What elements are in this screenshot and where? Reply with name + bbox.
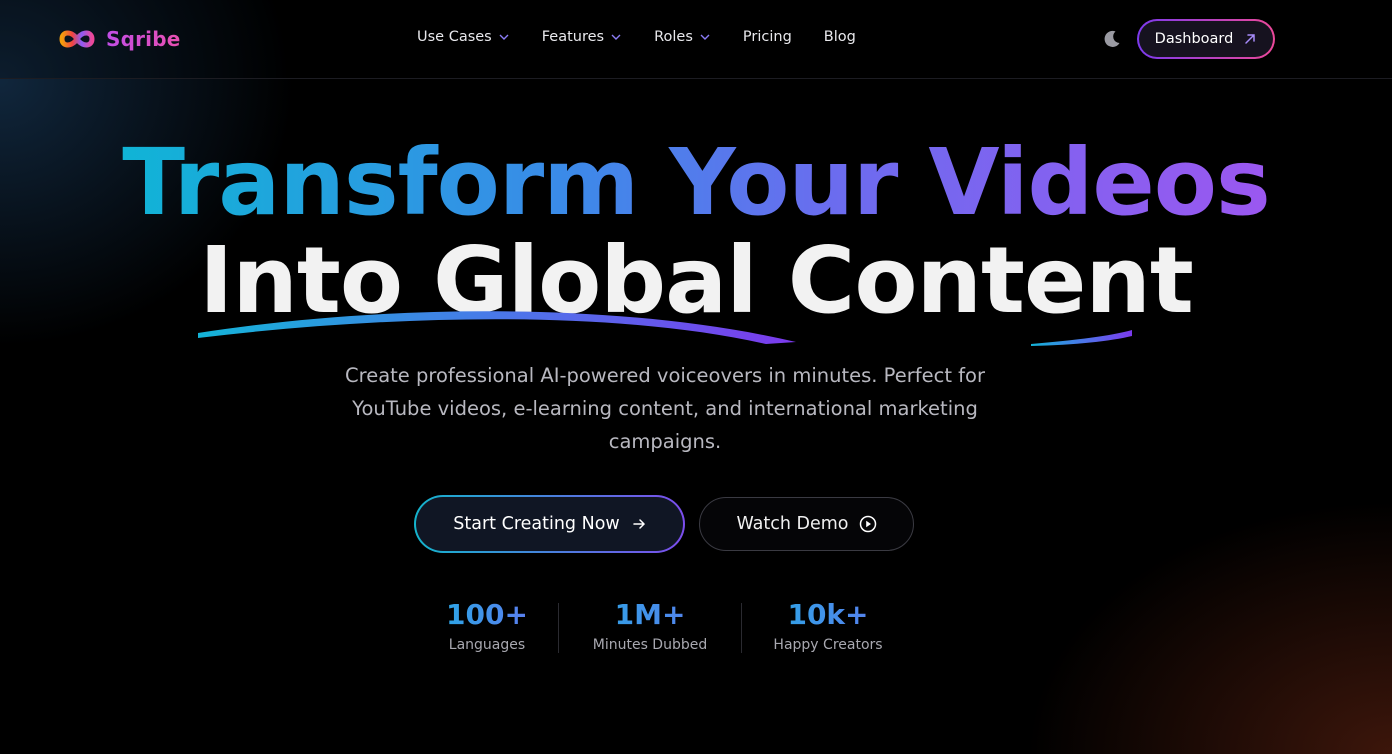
stat-divider [741,603,742,653]
stat-value: 100+ [440,597,534,633]
hero-headline-line1: Transform Your Videos [122,129,1270,236]
nav-blog-label: Blog [823,29,856,45]
main-menu: Use Cases Features Roles Pricing Blog [417,29,888,45]
arrow-right-icon [632,519,645,529]
headline-underline-decoration [198,311,1132,346]
stat-happy-creators: 10k+ Happy Creators [765,597,891,653]
dashboard-button[interactable]: Dashboard [1137,19,1275,59]
chevron-down-icon [499,34,509,40]
landing-page: Sqribe Use Cases Features Roles Pricing … [0,0,1392,754]
nav-pricing[interactable]: Pricing [743,29,792,45]
stat-label: Happy Creators [773,637,883,653]
moon-icon[interactable] [1101,28,1123,50]
start-creating-label: Start Creating Now [453,514,620,534]
stat-minutes-dubbed: 1M+ Minutes Dubbed [585,597,715,653]
nav-pricing-label: Pricing [742,29,792,45]
stat-languages: 100+ Languages [440,597,534,653]
stat-value: 1M+ [585,597,715,633]
stats-row: 100+ Languages 1M+ Minutes Dubbed 10k+ H… [0,597,1392,667]
nav-use-cases-label: Use Cases [417,29,492,45]
infinity-logo-icon [59,30,95,48]
stat-label: Minutes Dubbed [592,637,708,653]
chevron-down-icon [611,34,621,40]
nav-blog[interactable]: Blog [824,29,856,45]
stat-label: Languages [448,637,526,653]
stat-divider [558,603,559,653]
play-circle-icon [859,515,876,533]
stat-value: 10k+ [765,597,891,633]
nav-features-label: Features [541,29,605,45]
arrow-up-right-icon [1245,34,1256,44]
nav-features[interactable]: Features [542,29,622,45]
hero-subtitle: Create professional AI-powered voiceover… [345,364,985,453]
brand-logo[interactable]: Sqribe [58,26,181,52]
nav-use-cases[interactable]: Use Cases [417,29,510,45]
watch-demo-button[interactable]: Watch Demo [699,497,914,551]
start-creating-button[interactable]: Start Creating Now [414,495,685,553]
nav-roles[interactable]: Roles [654,29,711,45]
top-nav: Sqribe Use Cases Features Roles Pricing … [0,0,1392,79]
dashboard-button-label: Dashboard [1154,31,1234,47]
chevron-down-icon [700,34,710,40]
watch-demo-label: Watch Demo [736,514,849,534]
brand-name: Sqribe [106,27,181,51]
nav-roles-label: Roles [654,29,693,45]
